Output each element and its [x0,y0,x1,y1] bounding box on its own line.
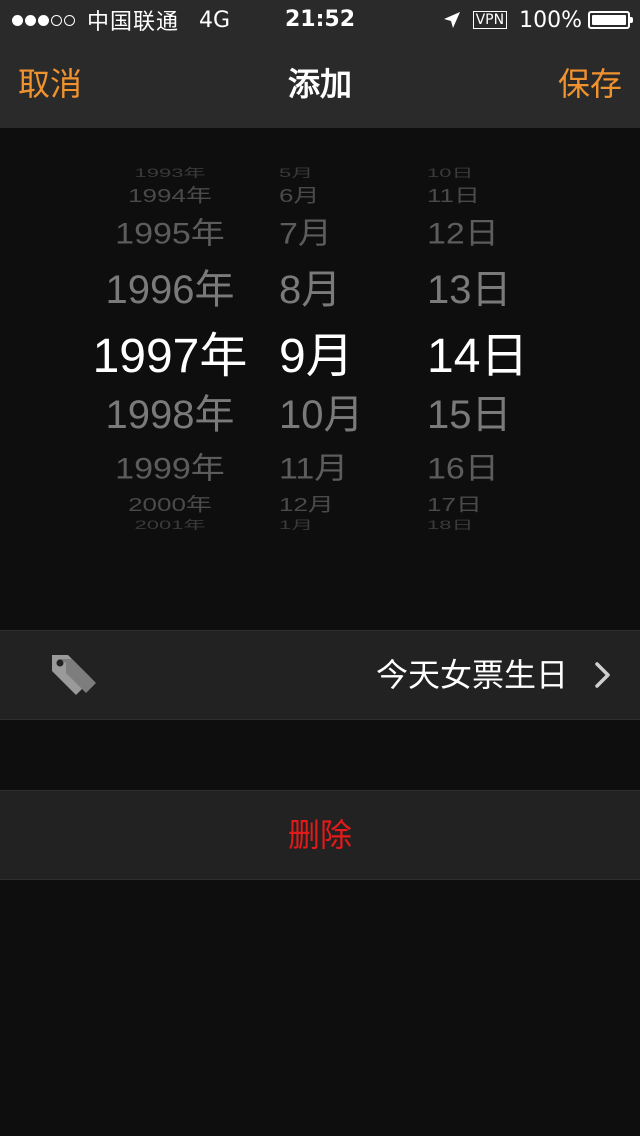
year-wheel[interactable]: 1993年 1994年 1995年 1996年 1997年 1998年 1999… [80,128,260,628]
delete-button[interactable]: 删除 [0,790,640,880]
picker-year-item[interactable]: 1999年 [80,444,260,487]
tags-icon [46,649,102,705]
battery-fill [592,15,626,25]
picker-day-item[interactable]: 11日 [405,181,555,208]
battery-percentage: 100% [519,7,582,33]
picker-year-item[interactable]: 2000年 [80,490,260,517]
picker-day-item[interactable]: 16日 [405,444,555,487]
picker-day-item[interactable]: 15日 [405,382,555,440]
picker-month-item[interactable]: 10月 [265,382,385,440]
picker-month-item[interactable]: 6月 [265,181,385,208]
picker-year-item[interactable]: 2001年 [80,515,260,533]
location-arrow-icon [443,11,461,29]
picker-year-item[interactable]: 1994年 [80,181,260,208]
picker-day-selected[interactable]: 14日 [405,316,555,386]
status-right: VPN 100% [443,0,633,40]
picker-day-item[interactable]: 13日 [405,257,555,315]
picker-month-item[interactable]: 5月 [265,163,385,181]
picker-month-item[interactable]: 12月 [265,490,385,517]
save-button[interactable]: 保存 [558,40,622,128]
picker-month-item[interactable]: 7月 [265,209,385,252]
battery-icon [588,11,633,29]
month-wheel[interactable]: 5月 6月 7月 8月 9月 10月 11月 12月 1月 [265,128,385,628]
picker-year-item[interactable]: 1995年 [80,209,260,252]
date-picker[interactable]: 1993年 1994年 1995年 1996年 1997年 1998年 1999… [0,128,640,628]
picker-day-item[interactable]: 12日 [405,209,555,252]
picker-day-item[interactable]: 17日 [405,490,555,517]
picker-day-item[interactable]: 18日 [405,515,555,533]
picker-month-item[interactable]: 8月 [265,257,385,315]
picker-month-item[interactable]: 1月 [265,515,385,533]
tag-row[interactable]: 今天女票生日 [0,630,640,720]
picker-year-item[interactable]: 1996年 [80,257,260,315]
navigation-bar: 取消 添加 保存 [0,40,640,128]
picker-month-item[interactable]: 11月 [265,444,385,487]
picker-year-selected[interactable]: 1997年 [80,316,260,386]
picker-year-item[interactable]: 1998年 [80,382,260,440]
picker-day-item[interactable]: 10日 [405,163,555,181]
page-title: 添加 [287,65,352,103]
status-bar: 中国联通 4G 21:52 VPN 100% [0,0,640,40]
day-wheel[interactable]: 10日 11日 12日 13日 14日 15日 16日 17日 18日 [405,128,555,628]
picker-month-selected[interactable]: 9月 [265,316,385,386]
tag-label: 今天女票生日 [375,656,568,694]
battery-tip [630,17,633,23]
vpn-badge: VPN [472,11,508,29]
picker-year-item[interactable]: 1993年 [80,163,260,181]
chevron-right-icon [594,661,612,689]
